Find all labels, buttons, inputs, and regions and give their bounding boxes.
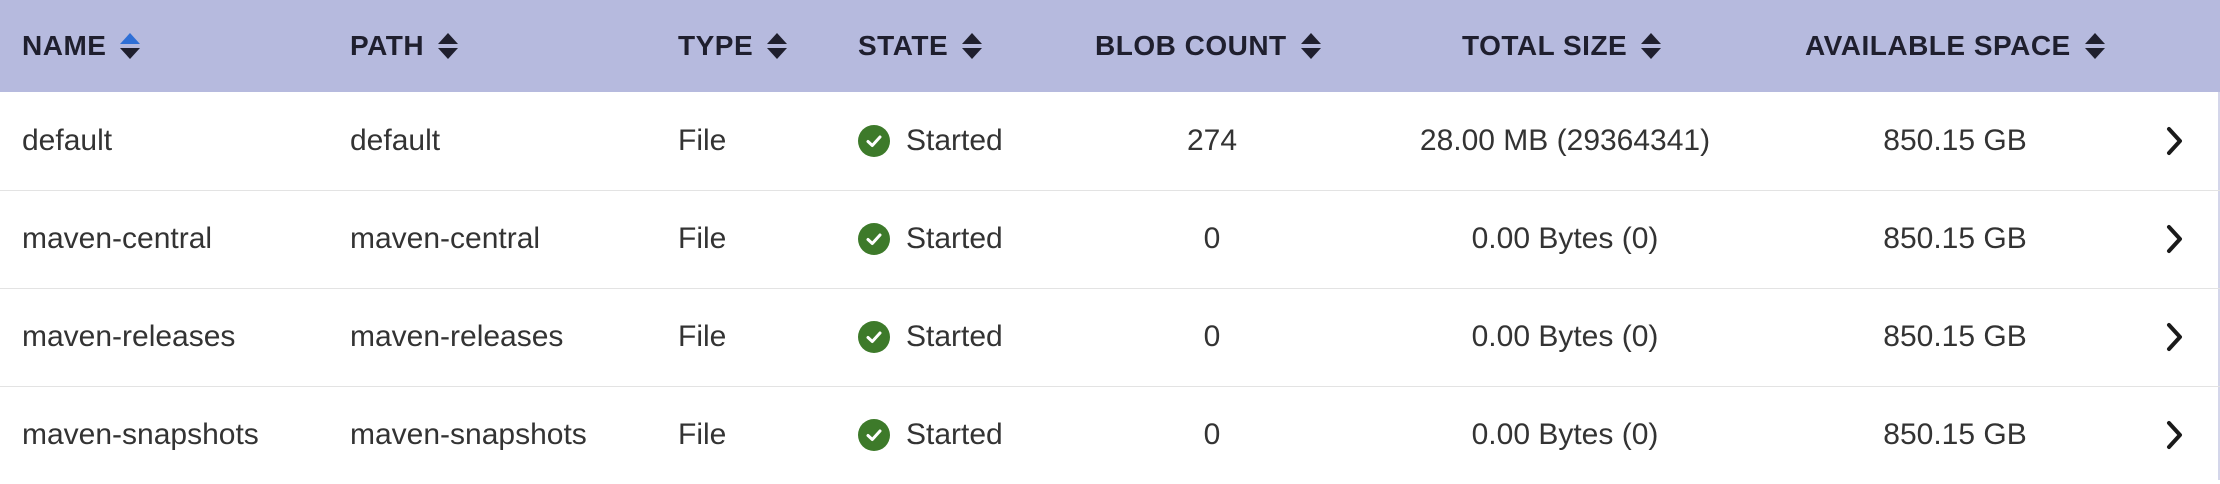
column-header-type-label: TYPE [678, 30, 754, 61]
cell-type: File [678, 222, 727, 255]
column-header-path-label: PATH [350, 30, 425, 61]
column-header-name[interactable]: NAME [22, 0, 141, 92]
cell-name: maven-central [22, 222, 213, 255]
table-row[interactable]: default default File Started 274 28.00 M… [0, 92, 2220, 191]
cell-type: File [678, 124, 727, 157]
sort-icon[interactable] [438, 31, 459, 61]
chevron-right-icon[interactable] [2160, 386, 2190, 484]
cell-blob-count: 0 [1203, 222, 1221, 255]
column-header-total-size[interactable]: TOTAL SIZE [1462, 0, 1662, 92]
table-row[interactable]: maven-snapshots maven-snapshots File Sta… [0, 386, 2220, 484]
column-header-type[interactable]: TYPE [678, 0, 788, 92]
sort-icon[interactable] [962, 31, 983, 61]
cell-state: Started [858, 288, 1003, 386]
check-circle-icon [858, 223, 890, 255]
table-header: NAME PATH TYPE STATE BLOB COUNT TOTAL SI… [0, 0, 2220, 92]
cell-total-size: 0.00 Bytes (0) [1471, 320, 1659, 353]
table-row[interactable]: maven-releases maven-releases File Start… [0, 288, 2220, 387]
state-label: Started [906, 418, 1003, 451]
chevron-right-icon[interactable] [2160, 92, 2190, 190]
check-circle-icon [858, 321, 890, 353]
column-header-state[interactable]: STATE [858, 0, 983, 92]
column-header-state-label: STATE [858, 30, 949, 61]
chevron-right-icon[interactable] [2160, 288, 2190, 386]
cell-total-size: 0.00 Bytes (0) [1471, 222, 1659, 255]
state-label: Started [906, 320, 1003, 353]
cell-blob-count: 0 [1203, 418, 1221, 451]
cell-state: Started [858, 190, 1003, 288]
chevron-right-icon[interactable] [2160, 190, 2190, 288]
table-row[interactable]: maven-central maven-central File Started… [0, 190, 2220, 289]
blob-stores-table: NAME PATH TYPE STATE BLOB COUNT TOTAL SI… [0, 0, 2220, 480]
column-header-path[interactable]: PATH [350, 0, 459, 92]
cell-state: Started [858, 386, 1003, 484]
cell-total-size: 0.00 Bytes (0) [1471, 418, 1659, 451]
cell-name: maven-snapshots [22, 418, 259, 451]
cell-name: maven-releases [22, 320, 236, 353]
state-label: Started [906, 222, 1003, 255]
sort-icon[interactable] [1300, 31, 1321, 61]
cell-type: File [678, 418, 727, 451]
cell-available-space: 850.15 GB [1883, 418, 2027, 451]
cell-available-space: 850.15 GB [1883, 124, 2027, 157]
sort-ascending-icon[interactable] [120, 31, 141, 61]
cell-path: maven-snapshots [350, 418, 587, 451]
cell-blob-count: 274 [1186, 124, 1238, 157]
state-label: Started [906, 124, 1003, 157]
cell-path: maven-releases [350, 320, 564, 353]
cell-name: default [22, 124, 113, 157]
cell-type: File [678, 320, 727, 353]
column-header-available-space-label: AVAILABLE SPACE [1805, 30, 2071, 61]
cell-path: maven-central [350, 222, 541, 255]
sort-icon[interactable] [767, 31, 788, 61]
column-header-name-label: NAME [22, 30, 107, 61]
column-header-available-space[interactable]: AVAILABLE SPACE [1805, 0, 2105, 92]
cell-available-space: 850.15 GB [1883, 222, 2027, 255]
sort-icon[interactable] [1641, 31, 1662, 61]
cell-total-size: 28.00 MB (29364341) [1419, 124, 1711, 157]
cell-blob-count: 0 [1203, 320, 1221, 353]
check-circle-icon [858, 125, 890, 157]
sort-icon[interactable] [2084, 31, 2105, 61]
check-circle-icon [858, 419, 890, 451]
column-header-blob-count-label: BLOB COUNT [1095, 30, 1287, 61]
column-header-blob-count[interactable]: BLOB COUNT [1095, 0, 1321, 92]
cell-path: default [350, 124, 441, 157]
cell-available-space: 850.15 GB [1883, 320, 2027, 353]
column-header-total-size-label: TOTAL SIZE [1462, 30, 1628, 61]
cell-state: Started [858, 92, 1003, 190]
